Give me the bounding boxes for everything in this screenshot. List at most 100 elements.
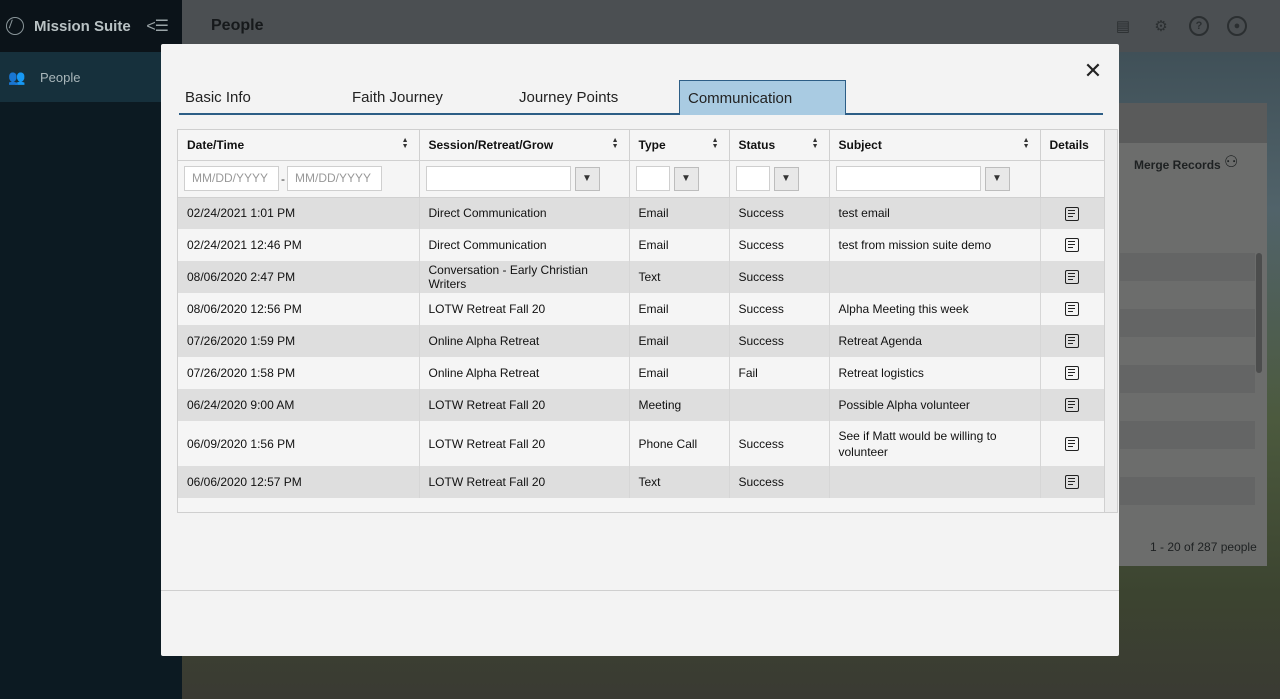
cell-details: [1040, 357, 1105, 389]
cell-details: [1040, 466, 1105, 498]
column-header-type[interactable]: Type ▲ ▼: [629, 130, 730, 161]
cell-subject: Alpha Meeting this week: [829, 293, 1041, 325]
details-document-icon[interactable]: [1065, 366, 1079, 381]
date-from-input[interactable]: MM/DD/YYYY: [184, 166, 279, 191]
filter-icon[interactable]: ▼: [984, 166, 1010, 191]
subject-filter-input[interactable]: [835, 166, 981, 191]
person-detail-modal: ✕ Basic Info Faith Journey Journey Point…: [161, 44, 1119, 656]
cell-status: [729, 389, 830, 421]
brand: Mission Suite <☰: [0, 0, 182, 52]
cell-type: Text: [629, 261, 730, 293]
details-document-icon[interactable]: [1065, 270, 1079, 285]
tab-basic-info[interactable]: Basic Info: [185, 80, 251, 115]
details-document-icon[interactable]: [1065, 475, 1079, 490]
type-filter-input[interactable]: [635, 166, 670, 191]
date-to-input[interactable]: MM/DD/YYYY: [287, 166, 382, 191]
table-row[interactable]: 06/24/2020 9:00 AM LOTW Retreat Fall 20 …: [178, 389, 1105, 421]
filter-icon[interactable]: ▼: [673, 166, 699, 191]
cell-subject: Possible Alpha volunteer: [829, 389, 1041, 421]
cell-datetime: 06/06/2020 12:57 PM: [178, 466, 420, 498]
details-document-icon[interactable]: [1065, 238, 1079, 253]
cell-type: Email: [629, 325, 730, 357]
session-filter-input[interactable]: [425, 166, 571, 191]
collapse-menu-icon[interactable]: <☰: [146, 16, 169, 36]
background-scrollbar[interactable]: [1256, 253, 1262, 373]
cell-datetime: 02/24/2021 1:01 PM: [178, 197, 420, 229]
details-document-icon[interactable]: [1065, 302, 1079, 317]
table-row[interactable]: 07/26/2020 1:59 PM Online Alpha Retreat …: [178, 325, 1105, 357]
table-row[interactable]: 08/06/2020 2:47 PM Conversation - Early …: [178, 261, 1105, 293]
sidebar-item-people[interactable]: 👥 People: [0, 52, 182, 102]
modal-tabs: Basic Info Faith Journey Journey Points …: [179, 80, 1103, 115]
column-header-status[interactable]: Status ▲ ▼: [729, 130, 830, 161]
background-people-panel: Merge Records ⚇ 1 - 20 of 287 people: [1100, 103, 1267, 566]
cell-type: Meeting: [629, 389, 730, 421]
cell-type: Email: [629, 357, 730, 389]
chat-icon[interactable]: ▤: [1113, 16, 1133, 36]
cell-status: Success: [729, 197, 830, 229]
sort-icon[interactable]: ▲ ▼: [1023, 137, 1030, 150]
filter-cell-details: [1040, 160, 1105, 198]
cell-session: Online Alpha Retreat: [419, 357, 630, 389]
cell-subject: Retreat logistics: [829, 357, 1041, 389]
background-rows: [1120, 253, 1255, 533]
cell-session: LOTW Retreat Fall 20: [419, 293, 630, 325]
details-document-icon[interactable]: [1065, 398, 1079, 413]
cell-details: [1040, 421, 1105, 466]
cell-details: [1040, 229, 1105, 261]
filter-icon[interactable]: ▼: [773, 166, 799, 191]
details-document-icon[interactable]: [1065, 437, 1079, 452]
cell-details: [1040, 389, 1105, 421]
cell-datetime: 06/24/2020 9:00 AM: [178, 389, 420, 421]
sort-icon[interactable]: ▲ ▼: [612, 137, 619, 150]
cell-status: Success: [729, 421, 830, 466]
grid-scrollbar[interactable]: [1104, 130, 1117, 512]
cell-session: Online Alpha Retreat: [419, 325, 630, 357]
table-row[interactable]: 08/06/2020 12:56 PM LOTW Retreat Fall 20…: [178, 293, 1105, 325]
filter-icon[interactable]: ▼: [574, 166, 600, 191]
column-header-session[interactable]: Session/Retreat/Grow ▲ ▼: [419, 130, 630, 161]
details-document-icon[interactable]: [1065, 334, 1079, 349]
filter-cell-status: ▼: [729, 160, 830, 198]
cell-subject: [829, 261, 1041, 293]
filter-cell-datetime: MM/DD/YYYY - MM/DD/YYYY: [178, 160, 420, 198]
filter-cell-session: ▼: [419, 160, 630, 198]
table-row[interactable]: 02/24/2021 1:01 PM Direct Communication …: [178, 197, 1105, 229]
sort-icon[interactable]: ▲ ▼: [712, 137, 719, 150]
panel-toolbar: [1100, 103, 1267, 143]
cell-datetime: 08/06/2020 2:47 PM: [178, 261, 420, 293]
cell-datetime: 02/24/2021 12:46 PM: [178, 229, 420, 261]
people-icon: 👥: [8, 68, 26, 85]
merge-records-label[interactable]: Merge Records: [1134, 158, 1221, 172]
close-icon[interactable]: ✕: [1083, 60, 1103, 82]
cell-session: LOTW Retreat Fall 20: [419, 466, 630, 498]
tab-communication[interactable]: Communication: [679, 80, 846, 115]
filter-cell-subject: ▼: [829, 160, 1041, 198]
help-icon[interactable]: ?: [1189, 16, 1209, 36]
tab-faith-journey[interactable]: Faith Journey: [352, 80, 443, 115]
account-icon[interactable]: ●: [1227, 16, 1247, 36]
column-header-datetime[interactable]: Date/Time ▲ ▼: [178, 130, 420, 161]
cell-datetime: 07/26/2020 1:59 PM: [178, 325, 420, 357]
cell-status: Success: [729, 325, 830, 357]
table-row[interactable]: 06/06/2020 12:57 PM LOTW Retreat Fall 20…: [178, 466, 1105, 498]
sort-icon[interactable]: ▲ ▼: [402, 137, 409, 150]
table-row[interactable]: 07/26/2020 1:58 PM Online Alpha Retreat …: [178, 357, 1105, 389]
cell-subject: test from mission suite demo: [829, 229, 1041, 261]
gear-icon[interactable]: ⚙: [1151, 16, 1171, 36]
cell-subject: [829, 466, 1041, 498]
cell-datetime: 08/06/2020 12:56 PM: [178, 293, 420, 325]
details-document-icon[interactable]: [1065, 206, 1079, 221]
sort-icon[interactable]: ▲ ▼: [812, 137, 819, 150]
cell-details: [1040, 293, 1105, 325]
tab-journey-points[interactable]: Journey Points: [519, 80, 618, 115]
cell-type: Email: [629, 293, 730, 325]
column-header-subject[interactable]: Subject ▲ ▼: [829, 130, 1041, 161]
status-filter-input[interactable]: [735, 166, 770, 191]
people-count: 1 - 20 of 287 people: [1150, 540, 1257, 554]
app-title: Mission Suite: [34, 17, 131, 35]
merge-people-icon[interactable]: ⚇: [1224, 152, 1238, 172]
table-row[interactable]: 02/24/2021 12:46 PM Direct Communication…: [178, 229, 1105, 261]
table-row[interactable]: 06/09/2020 1:56 PM LOTW Retreat Fall 20 …: [178, 421, 1105, 466]
cell-status: Success: [729, 293, 830, 325]
